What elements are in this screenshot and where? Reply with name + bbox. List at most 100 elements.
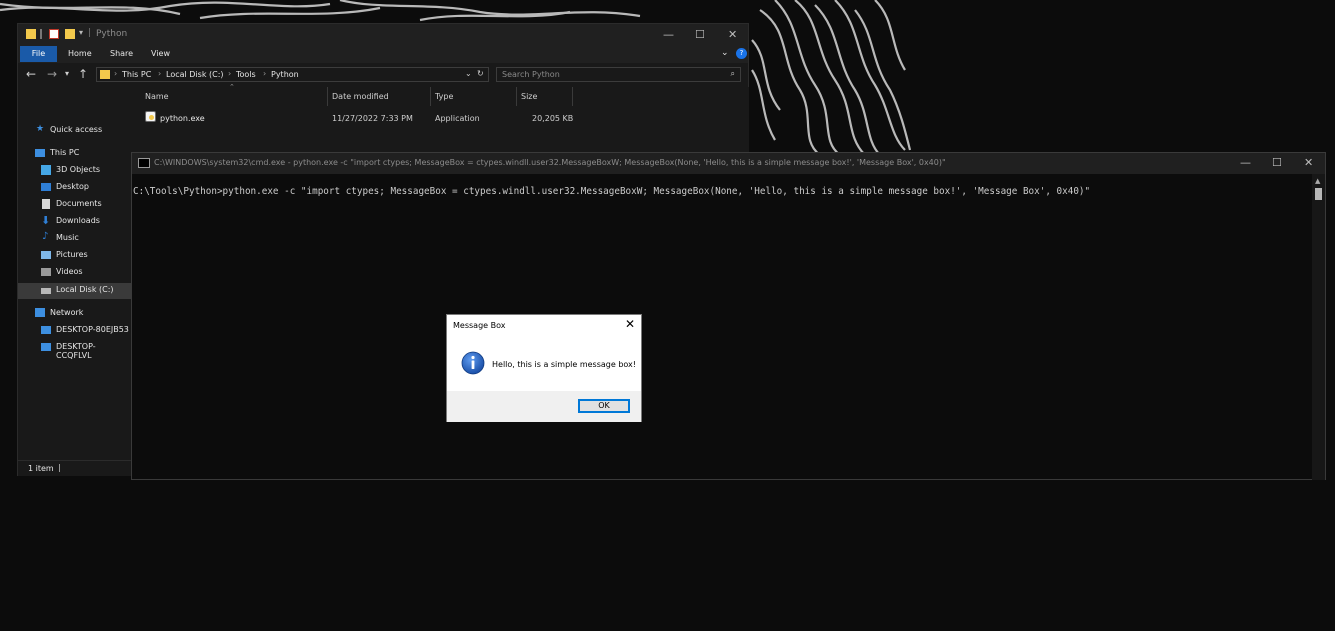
column-header-date-modified[interactable]: Date modified	[332, 92, 389, 101]
new-folder-icon[interactable]	[65, 29, 75, 39]
recent-locations-icon[interactable]: ▾	[65, 69, 69, 78]
breadcrumb-local-disk[interactable]: Local Disk (C:)	[166, 70, 224, 79]
separator: |	[58, 463, 61, 472]
breadcrumb-separator: ›	[263, 69, 267, 78]
breadcrumb-separator: ›	[228, 69, 232, 78]
terminal-icon	[138, 158, 150, 168]
file-date: 11/27/2022 7:33 PM	[332, 114, 413, 123]
sidebar-item-network[interactable]: Network	[18, 306, 131, 321]
scroll-up-icon[interactable]: ▲	[1315, 177, 1320, 185]
file-size: 20,205 KB	[532, 114, 574, 123]
cmd-titlebar[interactable]: C:\WINDOWS\system32\cmd.exe - python.exe…	[132, 153, 1325, 174]
ok-button[interactable]: OK	[578, 399, 630, 413]
column-divider[interactable]	[572, 87, 573, 106]
window-title: C:\WINDOWS\system32\cmd.exe - python.exe…	[154, 158, 946, 167]
column-divider[interactable]	[327, 87, 328, 106]
sidebar-item-network-pc[interactable]: DESKTOP-80EJB53	[18, 323, 131, 338]
folder-icon	[26, 29, 36, 39]
column-divider[interactable]	[430, 87, 431, 106]
computer-icon	[41, 326, 51, 334]
explorer-titlebar[interactable]: ▾ | Python — ☐ ✕	[18, 24, 748, 45]
search-input[interactable]: Search Python ⌕	[496, 67, 741, 82]
tab-file[interactable]: File	[20, 46, 57, 62]
info-icon	[461, 351, 485, 375]
command-prompt-window[interactable]: C:\WINDOWS\system32\cmd.exe - python.exe…	[131, 152, 1326, 480]
cube-icon	[41, 165, 51, 175]
console-output-line: C:\Tools\Python>python.exe -c "import ct…	[133, 186, 1091, 197]
computer-icon	[41, 343, 51, 351]
minimize-icon[interactable]: —	[1240, 156, 1251, 169]
up-arrow-icon[interactable]: ↑	[78, 67, 88, 81]
window-title: Python	[96, 29, 128, 39]
download-arrow-icon: ⬇	[41, 214, 51, 227]
address-row: ← → ▾ ↑ › This PC › Local Disk (C:) › To…	[18, 63, 748, 87]
tab-share[interactable]: Share	[110, 49, 133, 58]
close-icon[interactable]: ✕	[1304, 156, 1313, 169]
dialog-message: Hello, this is a simple message box!	[492, 360, 636, 369]
sidebar-item-this-pc[interactable]: This PC	[18, 146, 131, 161]
python-exe-icon	[145, 111, 156, 122]
search-placeholder: Search Python	[502, 70, 560, 79]
sidebar-item-videos[interactable]: Videos	[18, 265, 131, 280]
ribbon-expand-icon[interactable]: ⌄	[721, 48, 729, 58]
file-type: Application	[435, 114, 480, 123]
help-icon[interactable]: ?	[736, 48, 747, 59]
document-icon	[42, 199, 50, 209]
status-item-count: 1 item	[28, 464, 54, 473]
refresh-icon[interactable]: ↻	[477, 69, 484, 78]
forward-arrow-icon[interactable]: →	[47, 67, 57, 81]
sidebar-item-quick-access[interactable]: ★ Quick access	[18, 123, 131, 138]
network-icon	[35, 308, 45, 317]
message-box-dialog[interactable]: Message Box ✕ Hello, this is a simple me…	[446, 314, 642, 422]
chevron-down-icon[interactable]: ⌄	[465, 69, 472, 78]
sidebar-item-desktop[interactable]: Desktop	[18, 180, 131, 195]
drive-icon	[41, 288, 51, 294]
sidebar-item-music[interactable]: ♪ Music	[18, 231, 131, 246]
sidebar-item-documents[interactable]: Documents	[18, 197, 131, 212]
breadcrumb-separator: ›	[114, 69, 118, 78]
sidebar-item-network-pc[interactable]: DESKTOP-CCQFLVL	[18, 340, 131, 360]
maximize-icon[interactable]: ☐	[1272, 156, 1282, 169]
breadcrumb-separator: ›	[158, 69, 162, 78]
computer-icon	[35, 149, 45, 157]
sort-ascending-icon: ⌃	[229, 83, 235, 91]
chevron-down-icon[interactable]: ▾	[79, 28, 83, 37]
maximize-icon[interactable]: ☐	[695, 28, 705, 41]
close-icon[interactable]: ✕	[728, 28, 737, 41]
picture-icon	[41, 251, 51, 259]
sidebar-item-local-disk[interactable]: Local Disk (C:)	[18, 283, 131, 299]
scrollbar-thumb[interactable]	[1315, 188, 1322, 200]
column-header-size[interactable]: Size	[521, 92, 537, 101]
tab-view[interactable]: View	[151, 49, 170, 58]
film-icon	[41, 268, 51, 276]
ribbon-tabs: File Home Share View ⌄ ?	[18, 45, 748, 63]
column-divider[interactable]	[516, 87, 517, 106]
breadcrumb-python[interactable]: Python	[271, 70, 299, 79]
sidebar-item-pictures[interactable]: Pictures	[18, 248, 131, 263]
minimize-icon[interactable]: —	[663, 28, 674, 41]
search-icon: ⌕	[730, 69, 735, 78]
close-icon[interactable]: ✕	[625, 317, 635, 331]
dialog-footer: OK	[447, 391, 641, 422]
file-list: ⌃ Name Date modified Type Size python.ex…	[131, 83, 749, 154]
separator	[40, 29, 42, 39]
folder-icon	[100, 70, 110, 79]
breadcrumb-this-pc[interactable]: This PC	[122, 70, 151, 79]
column-header-name[interactable]: Name	[145, 92, 169, 101]
music-note-icon: ♪	[42, 231, 49, 242]
back-arrow-icon[interactable]: ←	[26, 67, 36, 81]
star-icon: ★	[36, 124, 45, 134]
breadcrumb-tools[interactable]: Tools	[236, 70, 256, 79]
tab-home[interactable]: Home	[68, 49, 92, 58]
desktop-icon	[41, 183, 51, 191]
sidebar-item-downloads[interactable]: ⬇ Downloads	[18, 214, 131, 229]
sidebar-item-3d-objects[interactable]: 3D Objects	[18, 163, 131, 178]
vertical-scrollbar[interactable]: ▲	[1312, 174, 1325, 480]
separator: |	[88, 28, 92, 38]
file-name[interactable]: python.exe	[160, 114, 205, 123]
dialog-title: Message Box	[453, 321, 506, 330]
navigation-pane: ★ Quick access This PC 3D Objects Deskto…	[18, 87, 131, 460]
properties-icon[interactable]	[49, 29, 59, 39]
column-header-type[interactable]: Type	[435, 92, 453, 101]
address-bar[interactable]: › This PC › Local Disk (C:) › Tools › Py…	[96, 67, 489, 82]
